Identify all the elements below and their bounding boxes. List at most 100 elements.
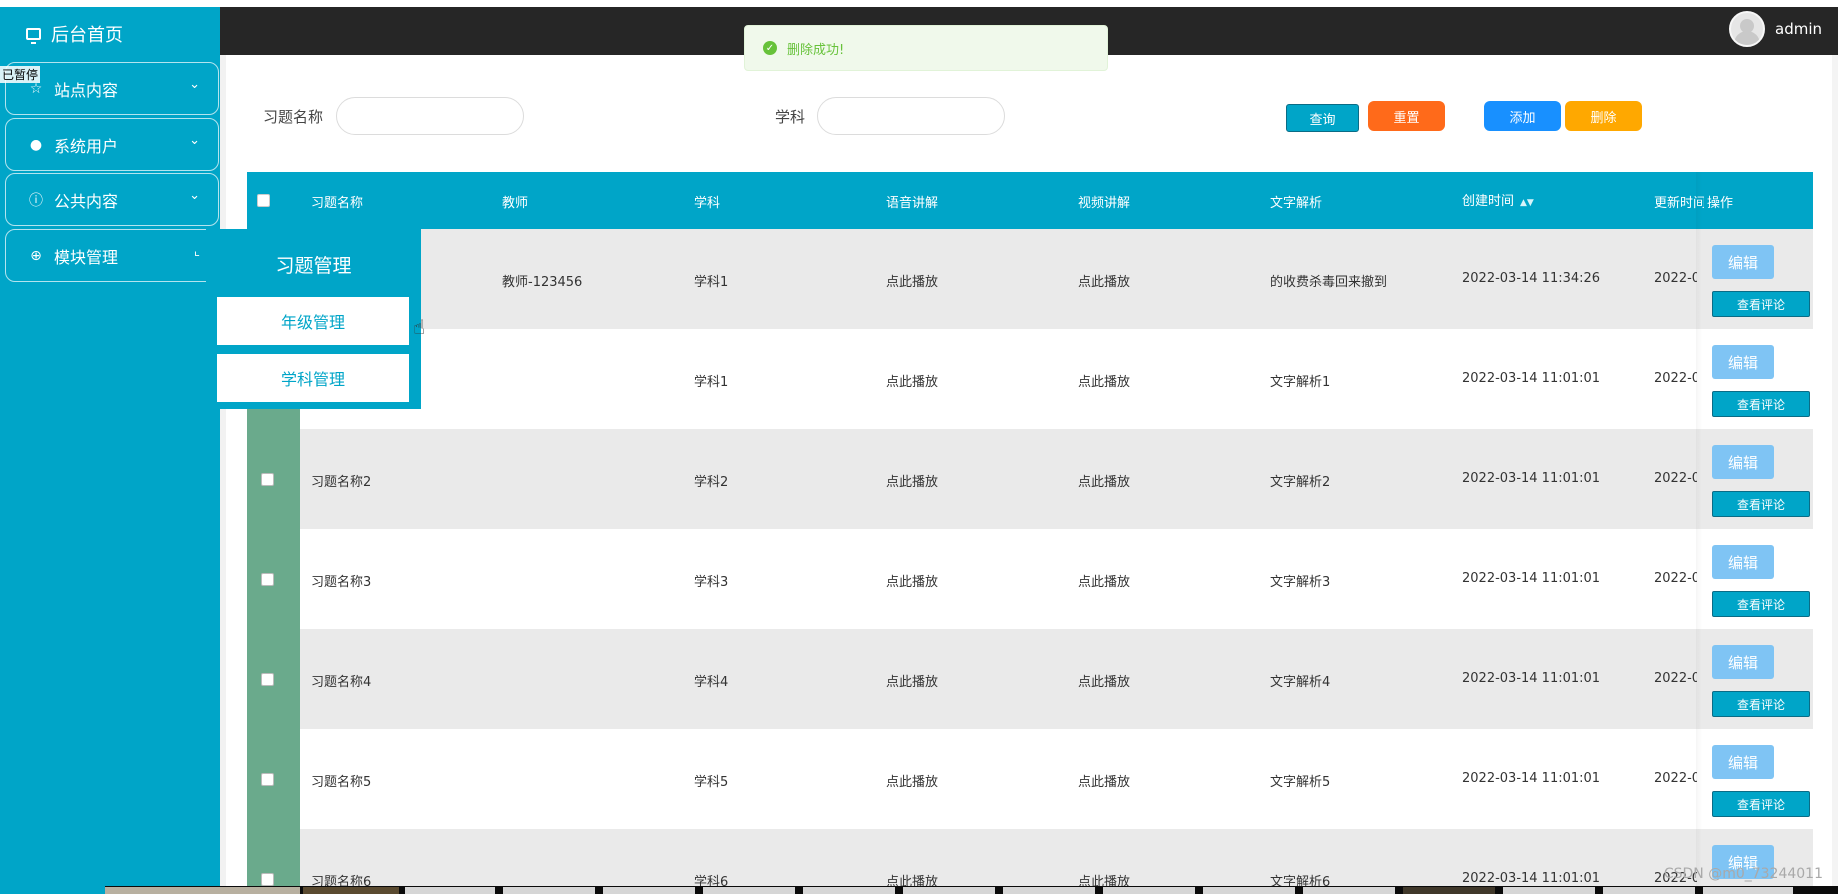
taskbar-thumbnail[interactable] xyxy=(1403,887,1495,894)
action-cell: 编辑 查看评论 xyxy=(1697,429,1813,529)
cell-audio-link[interactable]: 点此播放 xyxy=(886,371,938,390)
cell-updated: 2022-0 xyxy=(1654,471,1701,486)
row-checkbox[interactable] xyxy=(261,773,274,786)
view-comments-button[interactable]: 查看评论 xyxy=(1712,591,1810,617)
cell-audio-link[interactable]: 点此播放 xyxy=(886,671,938,690)
view-comments-button[interactable]: 查看评论 xyxy=(1712,291,1810,317)
taskbar-thumbnail[interactable] xyxy=(303,887,399,894)
view-comments-button[interactable]: 查看评论 xyxy=(1712,791,1810,817)
edit-button[interactable]: 编辑 xyxy=(1712,345,1774,379)
cell-created: 2022-03-14 11:01:01 xyxy=(1462,671,1601,686)
cell-updated: 2022-0 xyxy=(1654,571,1701,586)
sort-icon[interactable]: ▲▼ xyxy=(1520,198,1534,208)
cell-text: 文字解析5 xyxy=(1270,775,1331,790)
row-checkbox[interactable] xyxy=(261,673,274,686)
cell-audio-link[interactable]: 点此播放 xyxy=(886,571,938,590)
taskbar-thumbnail[interactable] xyxy=(105,887,300,894)
cell-video-link[interactable]: 点此播放 xyxy=(1078,771,1130,790)
row-checkbox[interactable] xyxy=(261,473,274,486)
cell-audio-link[interactable]: 点此播放 xyxy=(886,871,938,886)
scrollbar[interactable] xyxy=(1832,55,1838,886)
sidebar-item-module-management[interactable]: ⊕ 模块管理 ⌞ xyxy=(5,229,219,282)
top-edge xyxy=(0,0,1838,7)
taskbar-thumbnail[interactable] xyxy=(803,887,895,894)
add-button[interactable]: 添加 xyxy=(1484,101,1561,131)
cell-audio-link[interactable]: 点此播放 xyxy=(886,271,938,290)
taskbar-thumbnail[interactable] xyxy=(1203,887,1295,894)
column-header-created[interactable]: 创建时间 ▲▼ xyxy=(1462,190,1534,209)
edit-button[interactable]: 编辑 xyxy=(1712,445,1774,479)
taskbar-thumbnail[interactable] xyxy=(1603,887,1695,894)
view-comments-button[interactable]: 查看评论 xyxy=(1712,491,1810,517)
cell-name: 习题名称5 xyxy=(311,775,372,790)
cell-text: 文字解析1 xyxy=(1270,375,1331,390)
user-menu[interactable]: admin xyxy=(1729,11,1822,47)
submenu-title-exercise-management[interactable]: 习题管理 xyxy=(206,251,421,278)
column-header-audio[interactable]: 语音讲解 xyxy=(886,192,938,211)
cell-updated: 2022-0 xyxy=(1654,671,1701,686)
cell-video-link[interactable]: 点此播放 xyxy=(1078,271,1130,290)
taskbar-thumbnail[interactable] xyxy=(703,887,795,894)
query-button[interactable]: 查询 xyxy=(1286,104,1359,132)
submenu-item-grade-management[interactable]: 年级管理 xyxy=(217,297,409,345)
table-row: 修改 教师-123456 学科1 点此播放 点此播放 的收费杀毒回来撤到 202… xyxy=(247,229,1813,329)
sidebar-item-label: 系统用户 xyxy=(54,136,119,156)
cell-video-link[interactable]: 点此播放 xyxy=(1078,471,1130,490)
exercise-name-input[interactable] xyxy=(336,97,524,135)
plus-circle-icon: ⊕ xyxy=(30,247,42,264)
taskbar-thumbnail[interactable] xyxy=(1503,887,1595,894)
edit-button[interactable]: 编辑 xyxy=(1712,645,1774,679)
monitor-icon xyxy=(26,28,41,44)
select-all-checkbox[interactable] xyxy=(257,194,270,207)
sidebar-item-home[interactable]: 后台首页 xyxy=(26,21,123,47)
cell-video-link[interactable]: 点此播放 xyxy=(1078,571,1130,590)
cell-teacher: 教师-123456 xyxy=(502,275,583,290)
column-header-teacher[interactable]: 教师 xyxy=(502,192,528,211)
cell-video-link[interactable]: 点此播放 xyxy=(1078,671,1130,690)
column-header-subject[interactable]: 学科 xyxy=(694,192,720,211)
username: admin xyxy=(1775,20,1822,38)
delete-button[interactable]: 删除 xyxy=(1565,101,1642,131)
taskbar-thumbnail[interactable] xyxy=(405,887,495,894)
user-icon: ● xyxy=(29,136,43,153)
taskbar-thumbnail[interactable] xyxy=(1703,887,1793,894)
cell-created: 2022-03-14 11:01:01 xyxy=(1462,871,1601,886)
table-row: 习题名称6 学科6 点此播放 点此播放 文字解析6 2022-03-14 11:… xyxy=(247,829,1813,886)
cell-video-link[interactable]: 点此播放 xyxy=(1078,871,1130,886)
taskbar-thumbnail[interactable] xyxy=(503,887,595,894)
edit-button[interactable]: 编辑 xyxy=(1712,745,1774,779)
sidebar-item-public-content[interactable]: ⓘ 公共内容 ⌄ xyxy=(5,173,219,226)
cell-audio-link[interactable]: 点此播放 xyxy=(886,471,938,490)
sidebar: 后台首页 ☆ 站点内容 ⌄ ● 系统用户 ⌄ ⓘ 公共内容 ⌄ ⊕ 模块管理 ⌞ xyxy=(0,7,220,894)
view-comments-button[interactable]: 查看评论 xyxy=(1712,391,1810,417)
view-comments-button[interactable]: 查看评论 xyxy=(1712,691,1810,717)
row-checkbox[interactable] xyxy=(261,873,274,886)
cell-name: 习题名称4 xyxy=(311,675,372,690)
sidebar-item-label: 模块管理 xyxy=(54,247,119,267)
row-checkbox[interactable] xyxy=(261,573,274,586)
reset-button[interactable]: 重置 xyxy=(1368,101,1445,131)
table-row: 习题名称4 学科4 点此播放 点此播放 文字解析4 2022-03-14 11:… xyxy=(247,629,1813,729)
action-cell: 编辑 查看评论 xyxy=(1697,729,1813,829)
table-header: 习题名称 教师 学科 语音讲解 视频讲解 文字解析 创建时间 ▲▼ 更新时间 操作 xyxy=(247,172,1813,229)
chevron-down-icon: ⌄ xyxy=(189,188,200,203)
column-header-text[interactable]: 文字解析 xyxy=(1270,192,1322,211)
avatar[interactable] xyxy=(1729,11,1765,47)
cell-name: 习题名称6 xyxy=(311,875,372,886)
column-header-name[interactable]: 习题名称 xyxy=(311,192,363,211)
subject-input[interactable] xyxy=(817,97,1005,135)
cell-text: 文字解析6 xyxy=(1270,875,1331,886)
edit-button[interactable]: 编辑 xyxy=(1712,545,1774,579)
taskbar-thumbnail[interactable] xyxy=(1103,887,1195,894)
column-header-video[interactable]: 视频讲解 xyxy=(1078,192,1130,211)
submenu-item-subject-management[interactable]: 学科管理 xyxy=(217,354,409,402)
cell-video-link[interactable]: 点此播放 xyxy=(1078,371,1130,390)
taskbar-thumbnail[interactable] xyxy=(1003,887,1095,894)
taskbar-thumbnail[interactable] xyxy=(1303,887,1395,894)
sidebar-item-system-users[interactable]: ● 系统用户 ⌄ xyxy=(5,118,219,171)
taskbar-thumbnail[interactable] xyxy=(903,887,995,894)
edit-button[interactable]: 编辑 xyxy=(1712,245,1774,279)
sidebar-item-label: 公共内容 xyxy=(54,191,119,211)
taskbar-thumbnail[interactable] xyxy=(603,887,695,894)
cell-audio-link[interactable]: 点此播放 xyxy=(886,771,938,790)
